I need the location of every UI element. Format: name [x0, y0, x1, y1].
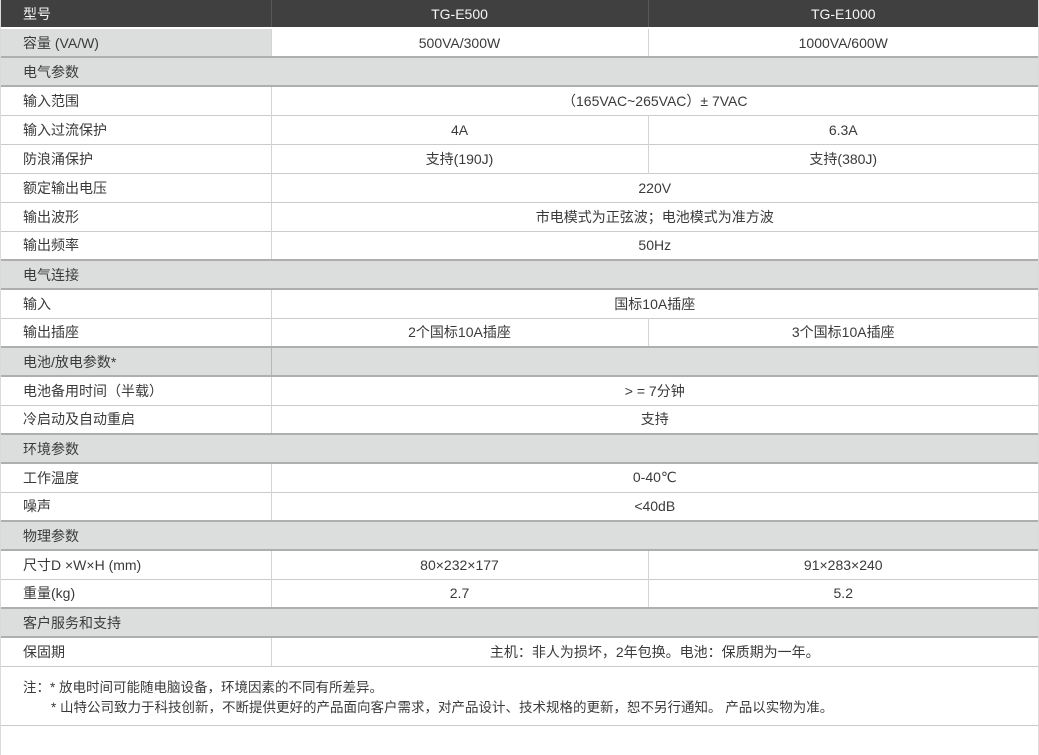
cell-value: 220V — [271, 173, 1038, 202]
section-electrical-connection: 电气连接 — [1, 260, 1038, 289]
header-model-label: 型号 — [1, 0, 271, 28]
row-label: 冷启动及自动重启 — [1, 405, 271, 434]
row-label: 输入过流保护 — [1, 115, 271, 144]
row-warranty: 保固期 主机：非人为损坏，2年包换。电池：保质期为一年。 — [1, 637, 1038, 666]
cell-value: 支持(380J) — [648, 144, 1038, 173]
section-title: 物理参数 — [1, 521, 1038, 550]
cell-value: > = 7分钟 — [271, 376, 1038, 405]
cell-value: <40dB — [271, 492, 1038, 521]
row-label: 防浪涌保护 — [1, 144, 271, 173]
section-title: 电气连接 — [1, 260, 1038, 289]
cell-value: 4A — [271, 115, 648, 144]
row-label: 工作温度 — [1, 463, 271, 492]
cell-value: 91×283×240 — [648, 550, 1038, 579]
row-operating-temperature: 工作温度 0-40℃ — [1, 463, 1038, 492]
section-electrical-params: 电气参数 — [1, 57, 1038, 86]
row-label: 额定输出电压 — [1, 173, 271, 202]
cell-value: 80×232×177 — [271, 550, 648, 579]
row-input-range: 输入范围 （165VAC~265VAC）± 7VAC — [1, 86, 1038, 115]
table-header-row: 型号 TG-E500 TG-E1000 — [1, 0, 1038, 28]
section-title: 环境参数 — [1, 434, 1038, 463]
row-label: 输出频率 — [1, 231, 271, 260]
row-label: 噪声 — [1, 492, 271, 521]
row-label: 输出波形 — [1, 202, 271, 231]
cell-value: 3个国标10A插座 — [648, 318, 1038, 347]
row-noise: 噪声 <40dB — [1, 492, 1038, 521]
cell-value: 2个国标10A插座 — [271, 318, 648, 347]
row-backup-time: 电池备用时间（半载） > = 7分钟 — [1, 376, 1038, 405]
cell-value: 0-40℃ — [271, 463, 1038, 492]
row-label: 容量 (VA/W) — [1, 28, 271, 57]
section-filler — [271, 347, 1038, 376]
cell-value: 500VA/300W — [271, 28, 648, 57]
section-title: 电池/放电参数* — [1, 347, 271, 376]
section-physical-params: 物理参数 — [1, 521, 1038, 550]
cell-value: 支持 — [271, 405, 1038, 434]
cell-value: 1000VA/600W — [648, 28, 1038, 57]
row-weight: 重量(kg) 2.7 5.2 — [1, 579, 1038, 608]
row-label: 电池备用时间（半载） — [1, 376, 271, 405]
footnotes: 注：* 放电时间可能随电脑设备，环境因素的不同有所差异。 * 山特公司致力于科技… — [1, 666, 1038, 726]
spec-sheet: 型号 TG-E500 TG-E1000 容量 (VA/W) 500VA/300W… — [0, 0, 1039, 755]
row-capacity: 容量 (VA/W) 500VA/300W 1000VA/600W — [1, 28, 1038, 57]
row-label: 输出插座 — [1, 318, 271, 347]
row-label: 重量(kg) — [1, 579, 271, 608]
section-title: 电气参数 — [1, 57, 1038, 86]
section-title: 客户服务和支持 — [1, 608, 1038, 637]
cell-value: 国标10A插座 — [271, 289, 1038, 318]
cell-value: 50Hz — [271, 231, 1038, 260]
row-output-sockets: 输出插座 2个国标10A插座 3个国标10A插座 — [1, 318, 1038, 347]
row-input-overcurrent: 输入过流保护 4A 6.3A — [1, 115, 1038, 144]
row-cold-start: 冷启动及自动重启 支持 — [1, 405, 1038, 434]
row-label: 输入范围 — [1, 86, 271, 115]
row-label: 输入 — [1, 289, 271, 318]
row-input-socket: 输入 国标10A插座 — [1, 289, 1038, 318]
cell-value: 支持(190J) — [271, 144, 648, 173]
row-label: 尺寸D ×W×H (mm) — [1, 550, 271, 579]
row-output-waveform: 输出波形 市电模式为正弦波；电池模式为准方波 — [1, 202, 1038, 231]
header-model-tg-e1000: TG-E1000 — [648, 0, 1038, 28]
row-surge-protection: 防浪涌保护 支持(190J) 支持(380J) — [1, 144, 1038, 173]
row-label: 保固期 — [1, 637, 271, 666]
cell-value: 2.7 — [271, 579, 648, 608]
row-output-frequency: 输出频率 50Hz — [1, 231, 1038, 260]
cell-value: 6.3A — [648, 115, 1038, 144]
section-battery-discharge-params: 电池/放电参数* — [1, 347, 1038, 376]
note-line-2: * 山特公司致力于科技创新，不断提供更好的产品面向客户需求，对产品设计、技术规格… — [23, 698, 1016, 718]
note-line-1: 注：* 放电时间可能随电脑设备，环境因素的不同有所差异。 — [23, 678, 1016, 698]
row-dimensions: 尺寸D ×W×H (mm) 80×232×177 91×283×240 — [1, 550, 1038, 579]
section-environment-params: 环境参数 — [1, 434, 1038, 463]
cell-value: 5.2 — [648, 579, 1038, 608]
cell-value: 主机：非人为损坏，2年包换。电池：保质期为一年。 — [271, 637, 1038, 666]
cell-value: 市电模式为正弦波；电池模式为准方波 — [271, 202, 1038, 231]
row-rated-output-voltage: 额定输出电压 220V — [1, 173, 1038, 202]
spec-table: 型号 TG-E500 TG-E1000 容量 (VA/W) 500VA/300W… — [1, 0, 1038, 666]
section-customer-service: 客户服务和支持 — [1, 608, 1038, 637]
cell-value: （165VAC~265VAC）± 7VAC — [271, 86, 1038, 115]
header-model-tg-e500: TG-E500 — [271, 0, 648, 28]
